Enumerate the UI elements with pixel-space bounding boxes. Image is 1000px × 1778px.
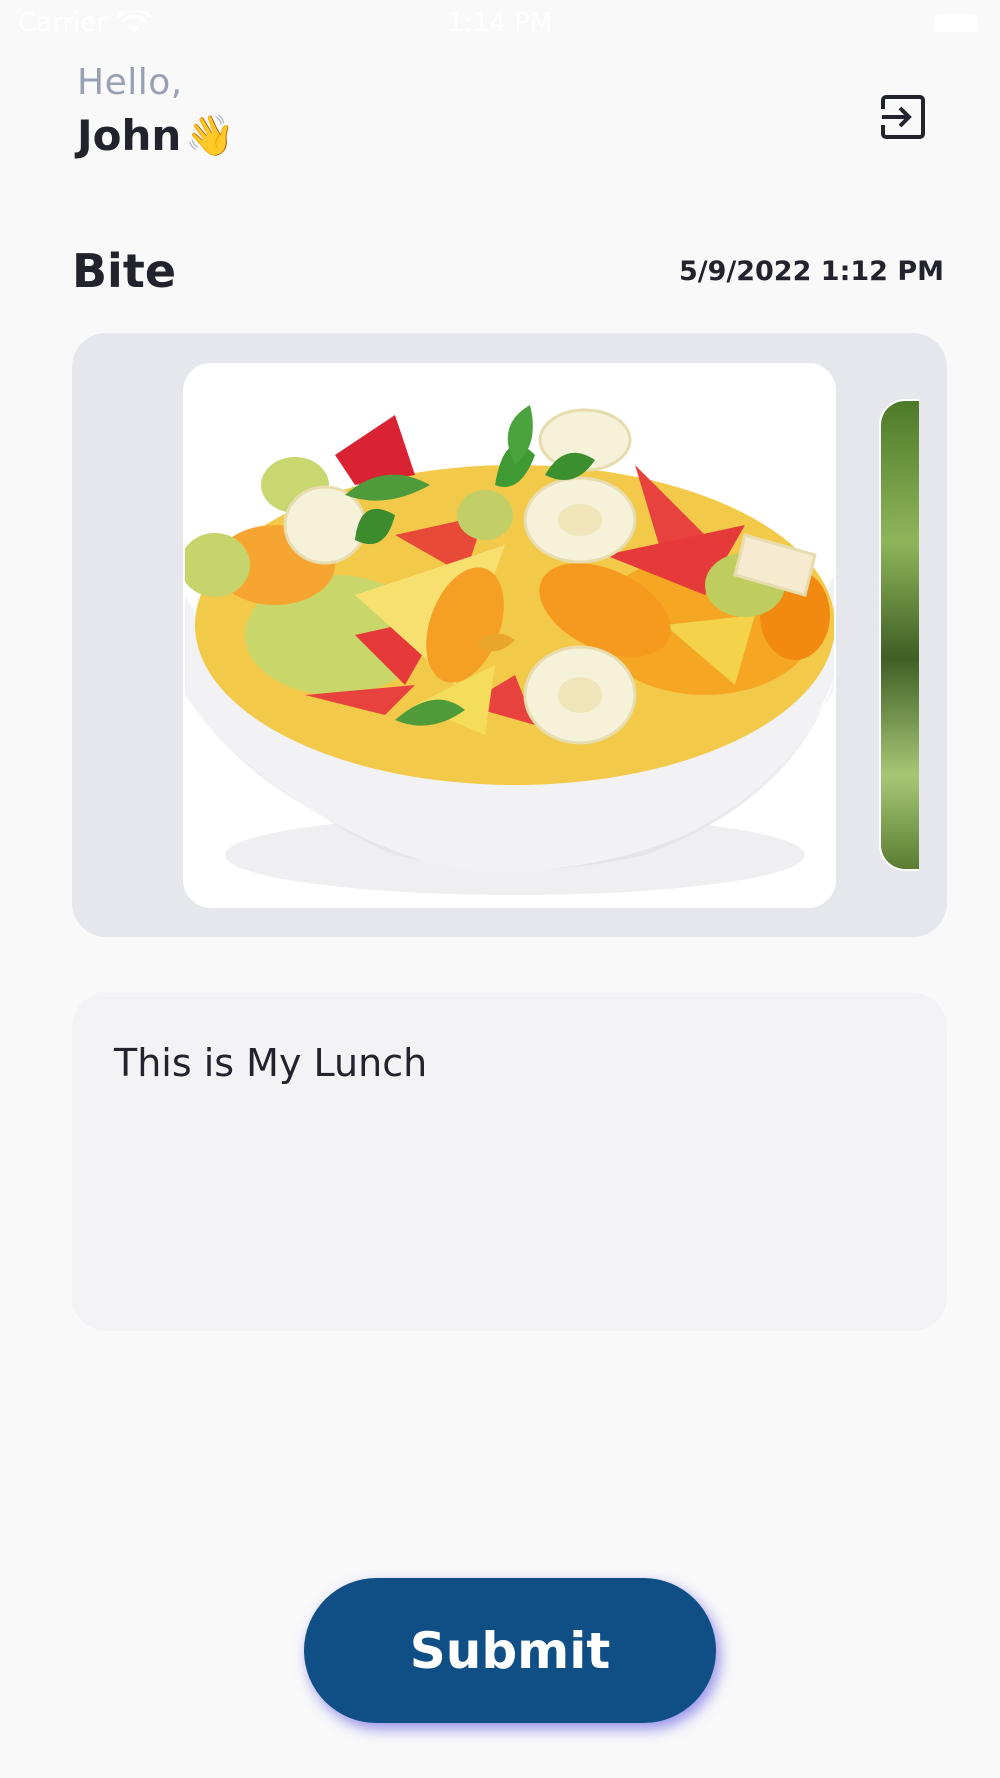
status-bar: Carrier 1:14 PM [0, 0, 1000, 50]
submit-button[interactable]: Submit [304, 1578, 716, 1723]
post-timestamp: 5/9/2022 1:12 PM [678, 256, 944, 287]
fruit-salad-image[interactable] [183, 363, 836, 908]
next-image-preview[interactable] [879, 399, 919, 871]
wave-icon: 👋 [185, 113, 236, 159]
greeting-name-row: John 👋 [77, 111, 235, 160]
logout-icon [880, 95, 925, 139]
image-carousel[interactable] [72, 333, 947, 937]
caption-text: This is My Lunch [114, 1041, 428, 1085]
logout-button[interactable] [876, 90, 930, 144]
fruit-salad-illustration [185, 365, 834, 906]
user-name: John [77, 111, 182, 160]
status-time: 1:14 PM [447, 8, 553, 38]
greeting: Hello, John 👋 [77, 62, 235, 160]
greeting-hello: Hello, [77, 62, 183, 103]
post-title: Bite [72, 244, 177, 298]
battery-icon [934, 14, 978, 32]
caption-input[interactable]: This is My Lunch [72, 993, 947, 1331]
